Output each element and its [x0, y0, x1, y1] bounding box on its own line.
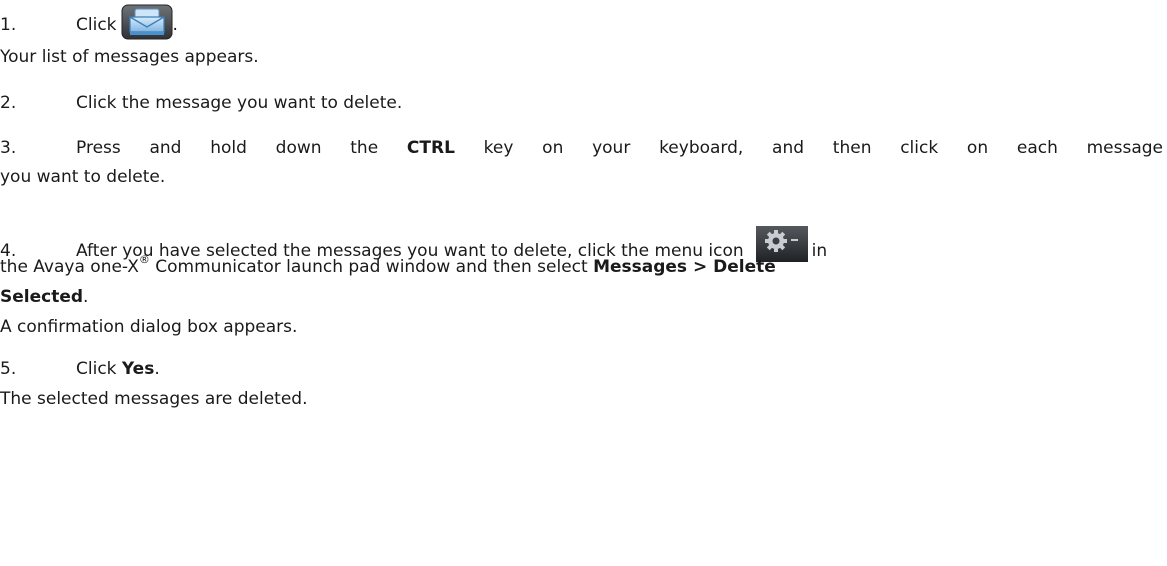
step-1: 1. Click . — [0, 4, 178, 40]
result-step-1: Your list of messages appears. — [0, 47, 259, 67]
step-4-line-2: the Avaya one-X® Communicator launch pad… — [0, 253, 776, 278]
menu-path-label: Messages > Delete — [593, 257, 776, 277]
step-text-end: . — [83, 287, 89, 307]
step-text-end: . — [154, 359, 160, 379]
step-text: key on your keyboard, and then click on … — [483, 138, 1163, 158]
step-text: Communicator launch pad window and then … — [155, 257, 588, 277]
ctrl-key-label: CTRL — [406, 138, 455, 158]
step-text: Click — [76, 15, 117, 35]
step-number: 2. — [0, 93, 17, 113]
step-5: 5. Click Yes. — [0, 358, 160, 380]
step-number: 3. — [0, 138, 17, 158]
step-text: Click the message you want to delete. — [76, 93, 403, 113]
step-text-end: . — [172, 15, 178, 35]
step-2: 2. Click the message you want to delete. — [0, 92, 402, 114]
step-text: the Avaya one-X — [0, 257, 139, 277]
step-3: 3. Press and hold down the CTRL key on yo… — [0, 137, 1163, 159]
step-4-line-3: Selected. — [0, 286, 88, 308]
menu-path-label-end: Selected — [0, 287, 84, 307]
registered-mark: ® — [138, 253, 150, 267]
step-number: 5. — [0, 359, 17, 379]
step-3-continuation: you want to delete. — [0, 167, 166, 187]
yes-label: Yes — [121, 359, 155, 379]
messages-icon[interactable] — [121, 4, 173, 40]
result-step-4: A confirmation dialog box appears. — [0, 317, 298, 337]
result-step-5: The selected messages are deleted. — [0, 389, 308, 409]
step-text: in — [811, 241, 828, 261]
step-text: Press and hold down the — [76, 138, 379, 158]
step-number: 1. — [0, 15, 17, 35]
step-text: Click — [76, 359, 117, 379]
